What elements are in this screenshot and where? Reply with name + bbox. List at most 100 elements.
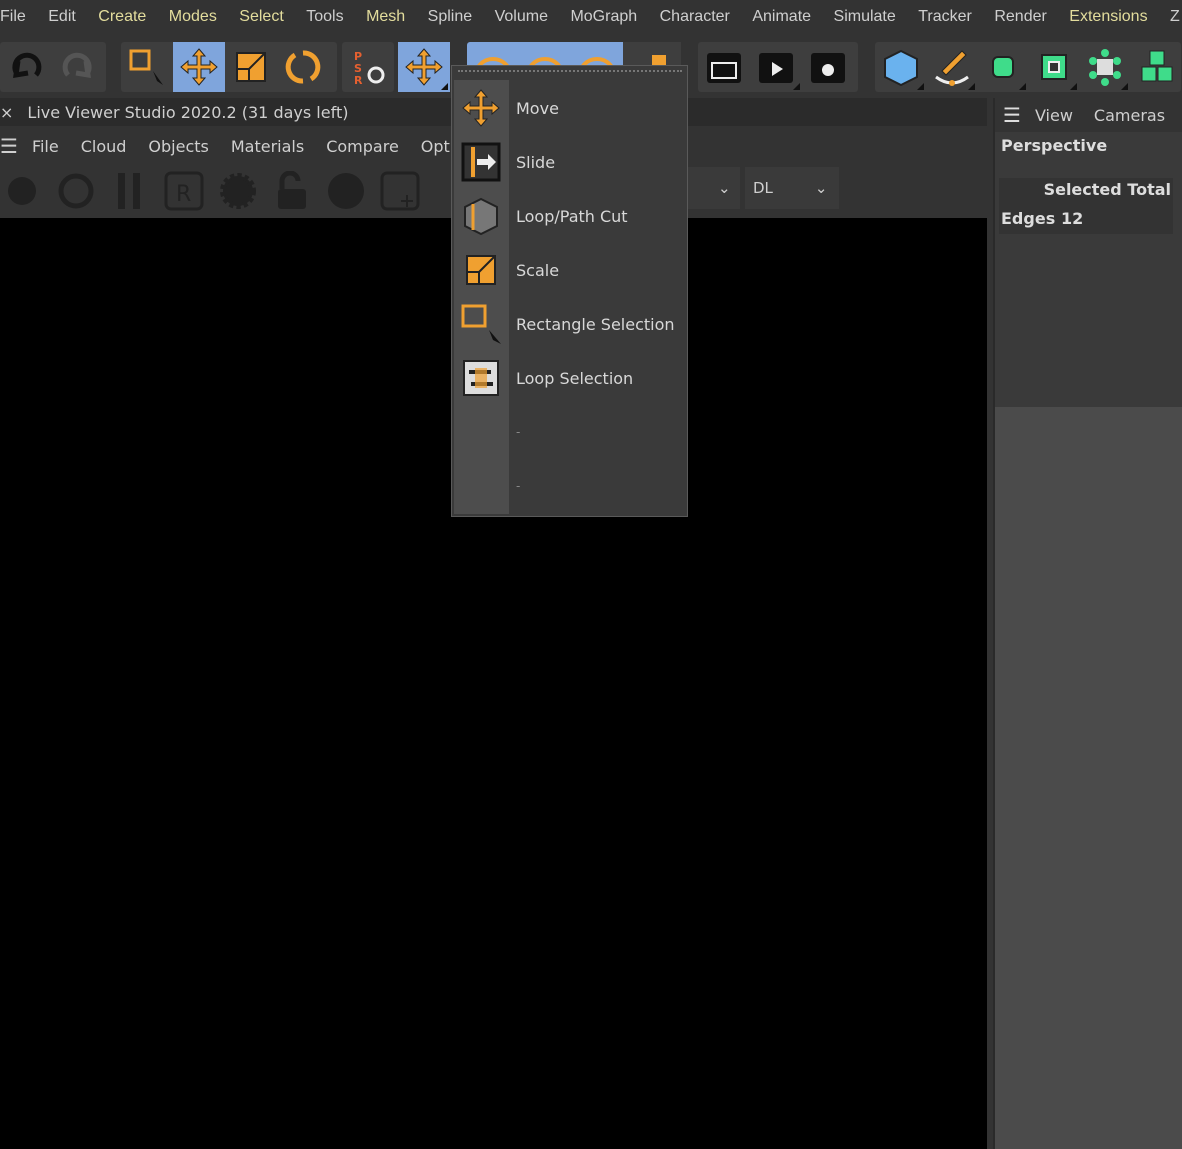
menu-animate[interactable]: Animate: [752, 8, 811, 26]
cloner-icon: [1088, 49, 1121, 86]
pause-icon[interactable]: [108, 169, 152, 213]
move-button[interactable]: [173, 42, 225, 92]
move-tool-group-button[interactable]: [398, 42, 450, 92]
refresh-icon[interactable]: [54, 169, 98, 213]
lv-menu-cloud[interactable]: Cloud: [81, 137, 127, 156]
render-settings-button[interactable]: [802, 42, 854, 92]
clapper-play-icon: [759, 53, 793, 83]
menu-spline[interactable]: Spline: [428, 8, 472, 26]
psr-icon: PSR: [354, 50, 385, 87]
render-view-button[interactable]: [698, 42, 750, 92]
unlock-icon[interactable]: [270, 169, 314, 213]
popup-item-label: Slide: [516, 152, 556, 172]
menu-view[interactable]: View: [1035, 106, 1073, 125]
menu-mesh[interactable]: Mesh: [366, 8, 405, 26]
hamburger-icon[interactable]: ☰: [1003, 103, 1021, 127]
render-picture-viewer-button[interactable]: [750, 42, 802, 92]
popup-item-scale[interactable]: Scale: [452, 243, 687, 297]
clapper-gear-icon: [811, 53, 845, 83]
undo-icon: [12, 52, 42, 79]
lv-menu-file[interactable]: File: [32, 137, 59, 156]
clapper-icon: [707, 53, 741, 83]
scale-icon: [236, 52, 266, 82]
rotate-icon: [285, 50, 321, 84]
popup-item-move[interactable]: Move: [452, 81, 687, 135]
renderer-value: DL: [753, 179, 773, 197]
slide-icon: [452, 142, 510, 182]
popup-grip[interactable]: [458, 70, 682, 76]
extrude-button[interactable]: [1028, 42, 1079, 92]
menu-z[interactable]: Z: [1170, 8, 1180, 26]
subdivision-surface-icon: [991, 56, 1014, 78]
hamburger-icon[interactable]: ☰: [0, 134, 18, 158]
main-menubar: File Edit Create Modes Select Tools Mesh Spline…: [0, 0, 1182, 34]
svg-text:R: R: [354, 74, 363, 87]
menu-cameras[interactable]: Cameras: [1094, 106, 1165, 125]
menu-edit[interactable]: Edit: [48, 8, 76, 26]
rectangle-selection-icon: [129, 49, 163, 85]
popup-item-rectangle-selection[interactable]: Rectangle Selection: [452, 297, 687, 351]
popup-item-loop-path-cut[interactable]: Loop/Path Cut: [452, 189, 687, 243]
lv-menu-materials[interactable]: Materials: [231, 137, 304, 156]
pen-button[interactable]: [926, 42, 977, 92]
menu-tools[interactable]: Tools: [306, 8, 343, 26]
undo-button[interactable]: [0, 42, 52, 92]
subdivision-button[interactable]: [977, 42, 1028, 92]
renderer-dropdown[interactable]: DL ⌄: [745, 167, 839, 209]
hud-row-label: Edges: [1001, 209, 1056, 228]
move-icon: [180, 48, 218, 86]
add-icon[interactable]: [378, 169, 422, 213]
popup-item-label: Scale: [516, 260, 560, 280]
hud-row-value: 12: [1061, 209, 1084, 228]
menu-volume[interactable]: Volume: [495, 8, 548, 26]
cube-icon: [883, 49, 918, 87]
live-viewer-title: Live Viewer Studio 2020.2 (31 days left): [27, 102, 349, 122]
menu-character[interactable]: Character: [660, 8, 730, 26]
loop-selection-icon: [452, 358, 510, 398]
menu-select[interactable]: Select: [239, 8, 283, 26]
menu-create[interactable]: Create: [98, 8, 146, 26]
rectangle-selection-button[interactable]: [121, 42, 173, 92]
render-mode-dropdown[interactable]: ⌄: [688, 167, 740, 209]
chevron-down-icon: ⌄: [718, 179, 731, 197]
pen-icon: [934, 50, 969, 86]
lv-menu-compare[interactable]: Compare: [326, 137, 399, 156]
mograph-button[interactable]: [1130, 42, 1181, 92]
view-name: Perspective: [1001, 136, 1108, 155]
rectangle-selection-icon: [452, 304, 510, 344]
menu-tracker[interactable]: Tracker: [918, 8, 972, 26]
aperture-icon[interactable]: [0, 169, 44, 213]
cube-button[interactable]: [875, 42, 926, 92]
gear-icon[interactable]: [216, 169, 260, 213]
rotate-button[interactable]: [277, 42, 329, 92]
viewport-perspective[interactable]: Perspective Selected Total Edges 12: [995, 132, 1182, 407]
extrude-icon: [1040, 54, 1067, 80]
scale-icon: [452, 250, 510, 290]
lv-menu-objects[interactable]: Objects: [148, 137, 208, 156]
popup-item-slide[interactable]: Slide: [452, 135, 687, 189]
move-tools-popup: Move Slide Loop/Path Cut Scale Rectangle Sel…: [451, 65, 688, 517]
region-render-icon[interactable]: R: [162, 169, 206, 213]
viewport-panel: ☰ View Cameras Perspective Selected Tota…: [993, 98, 1182, 1149]
popup-item-label: -: [516, 479, 521, 493]
chevron-down-icon: ⌄: [814, 179, 828, 197]
popup-item-label: Rectangle Selection: [516, 314, 675, 334]
popup-item-loop-selection[interactable]: Loop Selection: [452, 351, 687, 405]
scale-button[interactable]: [225, 42, 277, 92]
menu-mograph[interactable]: MoGraph: [570, 8, 637, 26]
close-icon[interactable]: ×: [0, 103, 13, 122]
svg-text:R: R: [176, 182, 191, 207]
menu-render[interactable]: Render: [994, 8, 1046, 26]
material-sphere-icon[interactable]: [324, 169, 368, 213]
menu-modes[interactable]: Modes: [169, 8, 217, 26]
menu-file[interactable]: File: [0, 8, 26, 26]
menu-extensions[interactable]: Extensions: [1069, 8, 1147, 26]
psr-button[interactable]: PSR: [342, 42, 394, 92]
menu-simulate[interactable]: Simulate: [834, 8, 896, 26]
cloner-button[interactable]: [1079, 42, 1130, 92]
move-icon: [452, 88, 510, 128]
popup-item-label: Move: [516, 98, 559, 118]
hud-column-header: Selected Total: [1043, 180, 1171, 199]
popup-item-separator: -: [452, 459, 687, 513]
redo-button[interactable]: [52, 42, 104, 92]
